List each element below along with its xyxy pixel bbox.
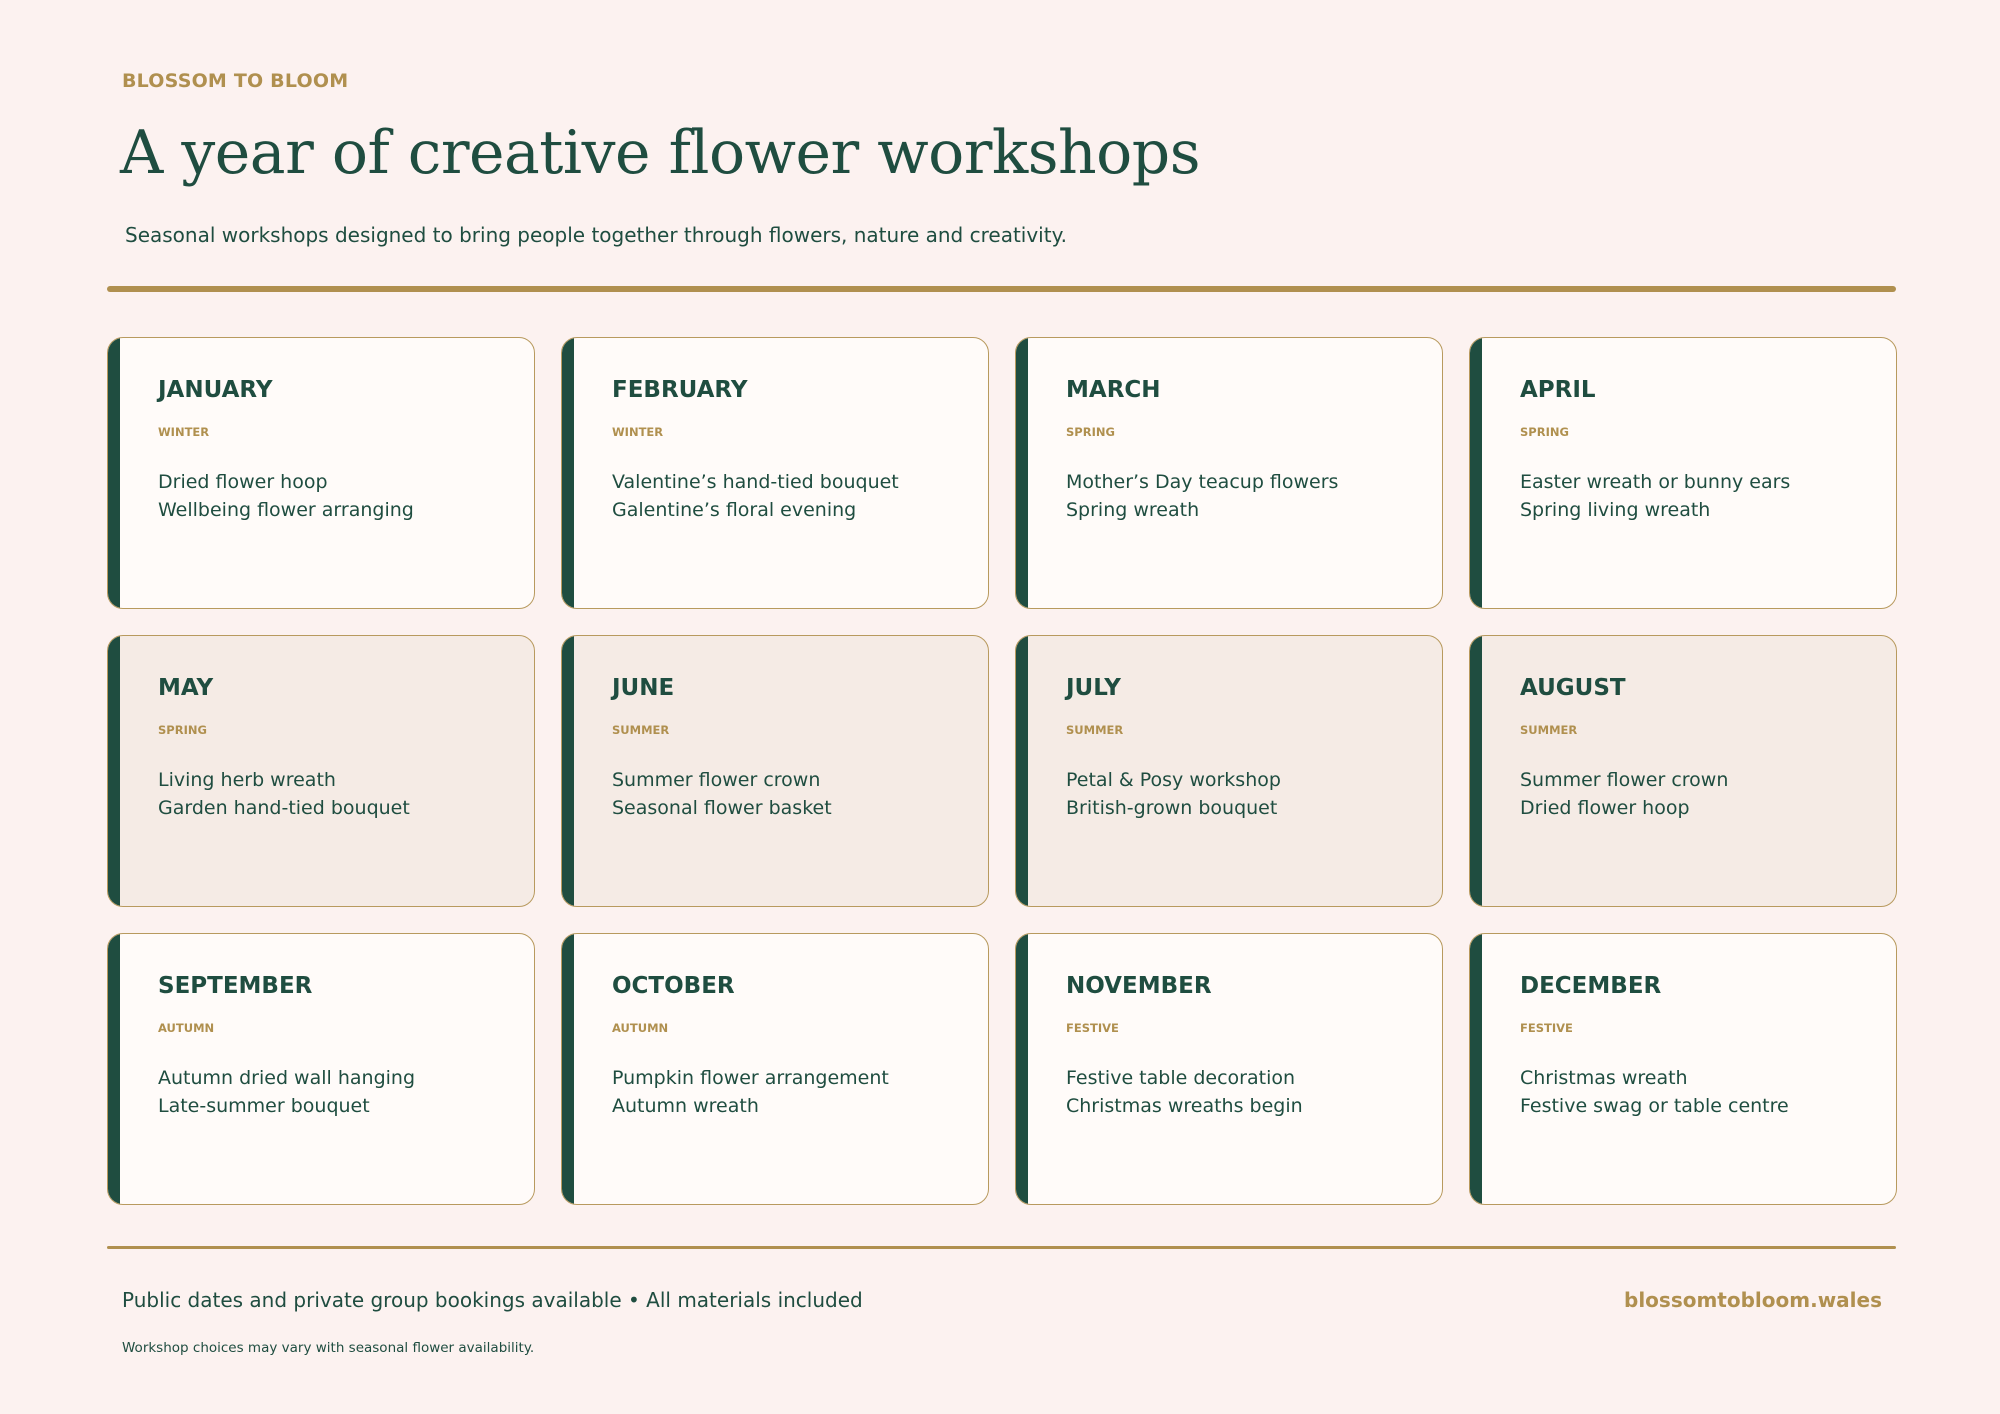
month-name: JUNE (612, 675, 675, 701)
workshop-item: Autumn wreath (612, 1095, 759, 1117)
season-label: SUMMER (612, 723, 670, 737)
footer-booking-info: Public dates and private group bookings … (122, 1288, 863, 1312)
card-accent-bar (1016, 636, 1028, 906)
season-label: SPRING (1520, 425, 1569, 439)
season-label: AUTUMN (612, 1021, 669, 1035)
workshop-list: Autumn dried wall hanging Late-summer bo… (158, 1064, 522, 1120)
workshop-item: Garden hand-tied bouquet (158, 797, 410, 819)
month-card-october: OCTOBER AUTUMN Pumpkin flower arrangemen… (561, 933, 989, 1205)
season-label: AUTUMN (158, 1021, 215, 1035)
workshop-list: Summer flower crown Dried flower hoop (1520, 766, 1884, 822)
season-label: SUMMER (1066, 723, 1124, 737)
workshop-list: Festive table decoration Christmas wreat… (1066, 1064, 1430, 1120)
month-name: JULY (1066, 675, 1121, 701)
workshop-list: Summer flower crown Seasonal flower bask… (612, 766, 976, 822)
workshop-item: Living herb wreath (158, 769, 336, 791)
month-card-august: AUGUST SUMMER Summer flower crown Dried … (1469, 635, 1897, 907)
month-card-november: NOVEMBER FESTIVE Festive table decoratio… (1015, 933, 1443, 1205)
workshop-item: British-grown bouquet (1066, 797, 1278, 819)
month-card-february: FEBRUARY WINTER Valentine’s hand-tied bo… (561, 337, 989, 609)
month-name: APRIL (1520, 377, 1596, 403)
workshop-list: Living herb wreath Garden hand-tied bouq… (158, 766, 522, 822)
month-card-april: APRIL SPRING Easter wreath or bunny ears… (1469, 337, 1897, 609)
workshop-item: Festive swag or table centre (1520, 1095, 1789, 1117)
workshop-list: Valentine’s hand-tied bouquet Galentine’… (612, 468, 976, 524)
month-card-september: SEPTEMBER AUTUMN Autumn dried wall hangi… (107, 933, 535, 1205)
card-accent-bar (1016, 338, 1028, 608)
top-divider (107, 286, 1896, 292)
workshop-item: Dried flower hoop (158, 471, 328, 493)
workshop-item: Mother’s Day teacup flowers (1066, 471, 1339, 493)
workshop-list: Petal & Posy workshop British-grown bouq… (1066, 766, 1430, 822)
workshop-list: Pumpkin flower arrangement Autumn wreath (612, 1064, 976, 1120)
month-name: AUGUST (1520, 675, 1626, 701)
month-card-march: MARCH SPRING Mother’s Day teacup flowers… (1015, 337, 1443, 609)
workshop-item: Pumpkin flower arrangement (612, 1067, 889, 1089)
workshop-item: Late-summer bouquet (158, 1095, 370, 1117)
card-accent-bar (108, 338, 120, 608)
season-label: SPRING (1066, 425, 1115, 439)
workshop-item: Spring living wreath (1520, 499, 1711, 521)
availability-note: Workshop choices may vary with seasonal … (122, 1340, 535, 1356)
month-name: JANUARY (158, 377, 273, 403)
website-link[interactable]: blossomtobloom.wales (1624, 1288, 1882, 1312)
workshop-item: Christmas wreath (1520, 1067, 1688, 1089)
card-accent-bar (1470, 934, 1482, 1204)
month-name: MARCH (1066, 377, 1161, 403)
page-subtitle: Seasonal workshops designed to bring peo… (125, 223, 1067, 247)
page-title: A year of creative flower workshops (120, 118, 1201, 188)
workshop-item: Autumn dried wall hanging (158, 1067, 416, 1089)
workshop-list: Christmas wreath Festive swag or table c… (1520, 1064, 1884, 1120)
workshop-list: Dried flower hoop Wellbeing flower arran… (158, 468, 522, 524)
card-accent-bar (1016, 934, 1028, 1204)
season-label: WINTER (612, 425, 664, 439)
month-card-january: JANUARY WINTER Dried flower hoop Wellbei… (107, 337, 535, 609)
workshop-item: Christmas wreaths begin (1066, 1095, 1303, 1117)
month-card-december: DECEMBER FESTIVE Christmas wreath Festiv… (1469, 933, 1897, 1205)
brand-label: BLOSSOM TO BLOOM (122, 70, 349, 92)
bottom-divider (107, 1246, 1896, 1249)
workshop-item: Summer flower crown (1520, 769, 1729, 791)
month-name: DECEMBER (1520, 973, 1662, 999)
card-accent-bar (108, 636, 120, 906)
workshop-list: Mother’s Day teacup flowers Spring wreat… (1066, 468, 1430, 524)
card-accent-bar (562, 338, 574, 608)
card-accent-bar (562, 934, 574, 1204)
card-accent-bar (562, 636, 574, 906)
workshop-item: Petal & Posy workshop (1066, 769, 1281, 791)
card-accent-bar (1470, 338, 1482, 608)
workshop-item: Seasonal flower basket (612, 797, 832, 819)
season-label: SUMMER (1520, 723, 1578, 737)
workshop-item: Dried flower hoop (1520, 797, 1690, 819)
month-name: SEPTEMBER (158, 973, 313, 999)
workshop-item: Wellbeing flower arranging (158, 499, 414, 521)
season-label: FESTIVE (1520, 1021, 1573, 1035)
season-label: WINTER (158, 425, 210, 439)
month-grid: JANUARY WINTER Dried flower hoop Wellbei… (107, 337, 1897, 1205)
workshop-item: Easter wreath or bunny ears (1520, 471, 1791, 493)
month-name: OCTOBER (612, 973, 735, 999)
workshop-item: Festive table decoration (1066, 1067, 1296, 1089)
workshop-item: Galentine’s floral evening (612, 499, 857, 521)
month-name: NOVEMBER (1066, 973, 1212, 999)
workshop-item: Spring wreath (1066, 499, 1200, 521)
workshop-list: Easter wreath or bunny ears Spring livin… (1520, 468, 1884, 524)
season-label: SPRING (158, 723, 207, 737)
card-accent-bar (1470, 636, 1482, 906)
month-name: MAY (158, 675, 214, 701)
month-card-june: JUNE SUMMER Summer flower crown Seasonal… (561, 635, 989, 907)
card-accent-bar (108, 934, 120, 1204)
season-label: FESTIVE (1066, 1021, 1119, 1035)
month-card-july: JULY SUMMER Petal & Posy workshop Britis… (1015, 635, 1443, 907)
workshop-item: Valentine’s hand-tied bouquet (612, 471, 899, 493)
month-card-may: MAY SPRING Living herb wreath Garden han… (107, 635, 535, 907)
month-name: FEBRUARY (612, 377, 748, 403)
workshop-item: Summer flower crown (612, 769, 821, 791)
